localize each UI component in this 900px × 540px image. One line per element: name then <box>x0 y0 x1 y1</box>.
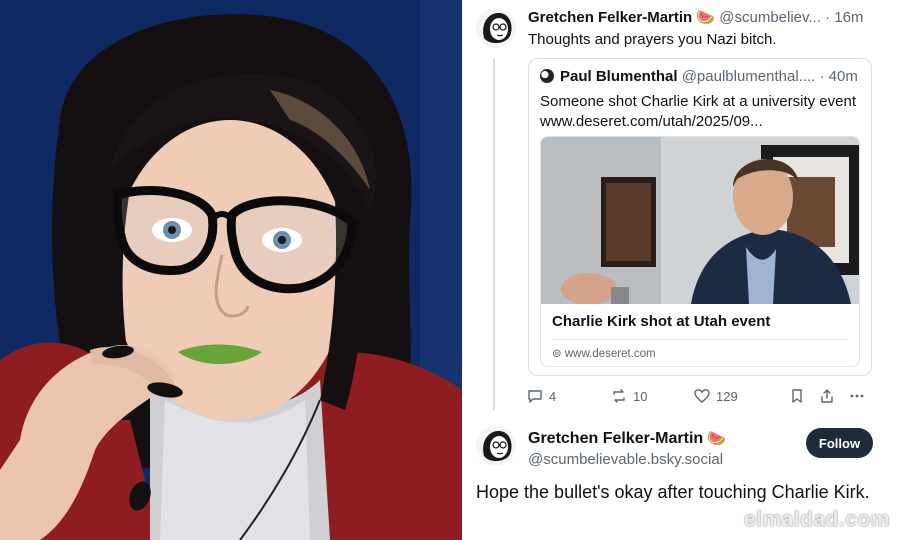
author-avatar[interactable] <box>476 8 516 48</box>
reply-button[interactable]: 4 <box>527 388 556 404</box>
link-card-domain: www.deseret.com <box>564 348 656 360</box>
quote-author-handle[interactable]: @paulblumenthal.... <box>682 68 816 85</box>
post-text: Thoughts and prayers you Nazi bitch. <box>528 31 777 48</box>
share-icon <box>821 389 833 403</box>
quote-header: Paul Blumenthal @paulblumenthal.... · 40… <box>540 68 858 85</box>
link-card-title[interactable]: Charlie Kirk shot at Utah event <box>552 313 770 330</box>
author-handle[interactable]: @scumbelievable.bsky.social <box>528 451 723 468</box>
quote-author-name[interactable]: Paul Blumenthal <box>560 68 678 85</box>
globe-icon: ⊚ <box>552 348 562 360</box>
repost-count: 10 <box>633 388 648 404</box>
like-button[interactable]: 129 <box>694 388 738 404</box>
repost-icon <box>613 389 625 403</box>
news-photo <box>541 137 859 304</box>
avatar-drawing-icon <box>476 8 516 48</box>
author-handle[interactable]: @scumbeliev... <box>719 9 821 26</box>
like-count: 129 <box>716 388 738 404</box>
repost-button[interactable]: 10 <box>611 388 647 404</box>
quote-text: Someone shot Charlie Kirk at a universit… <box>540 93 856 130</box>
ellipsis-icon <box>850 394 864 398</box>
post-action-bar: 4 10 129 <box>527 388 872 408</box>
profile-photo <box>0 0 462 540</box>
post-text: Hope the bullet's okay after touching Ch… <box>476 482 870 502</box>
follow-button[interactable]: Follow <box>806 428 873 458</box>
bookmark-icon <box>792 389 802 403</box>
link-card-divider <box>552 339 848 340</box>
more-options-button[interactable] <box>849 388 865 404</box>
post-author: Gretchen Felker-Martin 🍉 <box>528 429 726 448</box>
reply-count: 4 <box>549 388 557 404</box>
link-card[interactable]: Charlie Kirk shot at Utah event ⊚ www.de… <box>540 136 860 367</box>
post-header: Gretchen Felker-Martin 🍉 @scumbeliev... … <box>528 8 863 26</box>
link-card-url[interactable]: ⊚ www.deseret.com <box>552 346 656 360</box>
avatar-drawing-icon <box>476 426 516 466</box>
bookmark-button[interactable] <box>789 388 805 404</box>
share-button[interactable] <box>819 388 835 404</box>
author-name[interactable]: Gretchen Felker-Martin <box>528 430 703 447</box>
heart-icon <box>694 389 710 403</box>
link-card-image <box>541 137 859 304</box>
author-name[interactable]: Gretchen Felker-Martin <box>528 9 692 26</box>
watermelon-emoji: 🍉 <box>696 9 716 26</box>
thread-connector <box>493 58 495 410</box>
reply-icon <box>528 390 542 403</box>
portrait-illustration <box>0 0 462 540</box>
quote-time[interactable]: · 40m <box>820 68 858 85</box>
watermark: elmaldad.com <box>743 508 890 531</box>
author-avatar[interactable] <box>476 426 516 466</box>
quoted-post[interactable]: Paul Blumenthal @paulblumenthal.... · 40… <box>528 58 872 376</box>
quote-author-avatar <box>540 69 554 83</box>
post-time[interactable]: · 16m <box>825 9 863 26</box>
watermelon-emoji: 🍉 <box>707 430 727 447</box>
